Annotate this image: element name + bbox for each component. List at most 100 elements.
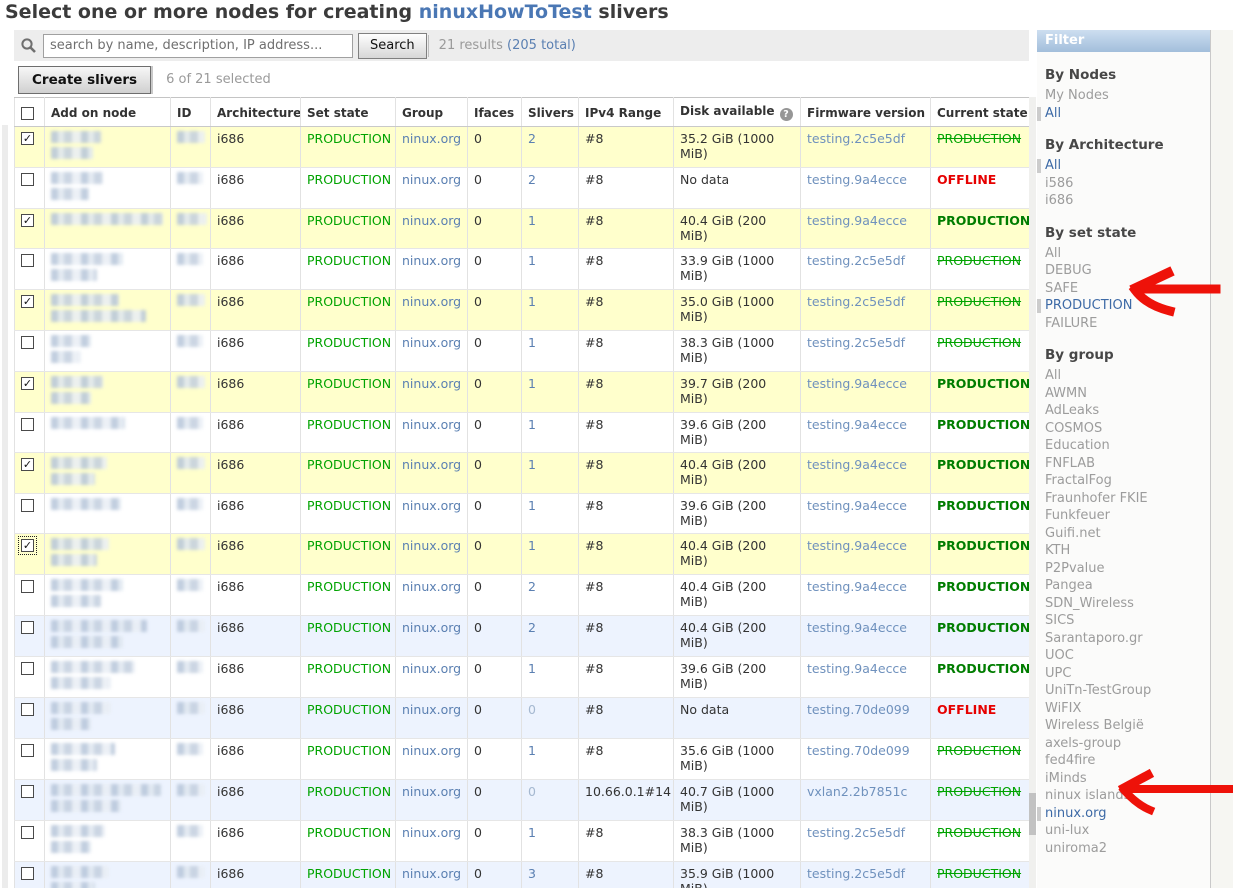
row-checkbox[interactable]: ✓ — [21, 458, 34, 471]
filter-item-p2pvalue[interactable]: P2Pvalue — [1037, 560, 1210, 578]
slivers-link[interactable]: 2 — [528, 579, 536, 594]
filter-item-sics[interactable]: SICS — [1037, 612, 1210, 630]
filter-item-axels-group[interactable]: axels-group — [1037, 735, 1210, 753]
filter-item-sarantaporo-gr[interactable]: Sarantaporo.gr — [1037, 630, 1210, 648]
row-checkbox[interactable] — [21, 418, 34, 431]
filter-item-education[interactable]: Education — [1037, 437, 1210, 455]
search-button[interactable]: Search — [358, 33, 427, 59]
group-link[interactable]: ninux.org — [402, 457, 461, 472]
firmware-version-link[interactable]: testing.70de099 — [807, 743, 910, 758]
filter-item-awmn[interactable]: AWMN — [1037, 385, 1210, 403]
filter-item-guifi-net[interactable]: Guifi.net — [1037, 525, 1210, 543]
group-link[interactable]: ninux.org — [402, 172, 461, 187]
row-checkbox[interactable]: ✓ — [21, 214, 34, 227]
firmware-version-link[interactable]: testing.9a4ecce — [807, 213, 907, 228]
filter-item-i686[interactable]: i686 — [1037, 192, 1210, 210]
slivers-link[interactable]: 1 — [528, 294, 536, 309]
firmware-version-link[interactable]: testing.9a4ecce — [807, 620, 907, 635]
group-link[interactable]: ninux.org — [402, 620, 461, 635]
row-checkbox[interactable]: ✓ — [21, 295, 34, 308]
row-checkbox[interactable] — [21, 621, 34, 634]
slivers-link[interactable]: 1 — [528, 825, 536, 840]
slivers-link[interactable]: 2 — [528, 620, 536, 635]
row-checkbox[interactable] — [21, 826, 34, 839]
filter-item-i586[interactable]: i586 — [1037, 175, 1210, 193]
filter-item-all[interactable]: All — [1037, 157, 1210, 175]
row-checkbox[interactable] — [21, 499, 34, 512]
group-link[interactable]: ninux.org — [402, 743, 461, 758]
filter-item-uoc[interactable]: UOC — [1037, 647, 1210, 665]
slivers-link[interactable]: 1 — [528, 213, 536, 228]
slivers-link[interactable]: 0 — [528, 784, 536, 799]
slivers-link[interactable]: 1 — [528, 498, 536, 513]
select-all-checkbox[interactable] — [21, 107, 34, 120]
filter-item-debug[interactable]: DEBUG — [1037, 262, 1210, 280]
slivers-link[interactable]: 1 — [528, 335, 536, 350]
filter-item-ninux-islands[interactable]: ninux islands — [1037, 787, 1210, 805]
filter-item-upc[interactable]: UPC — [1037, 665, 1210, 683]
slivers-link[interactable]: 3 — [528, 866, 536, 881]
group-link[interactable]: ninux.org — [402, 579, 461, 594]
filter-item-all[interactable]: All — [1037, 105, 1210, 123]
total-results-link[interactable]: (205 total) — [507, 38, 576, 53]
firmware-version-link[interactable]: testing.9a4ecce — [807, 538, 907, 553]
group-link[interactable]: ninux.org — [402, 213, 461, 228]
scrollbar-thumb[interactable] — [1029, 793, 1036, 835]
row-checkbox[interactable] — [21, 173, 34, 186]
filter-item-cosmos[interactable]: COSMOS — [1037, 420, 1210, 438]
filter-item-ninux-org[interactable]: ninux.org — [1037, 805, 1210, 823]
group-link[interactable]: ninux.org — [402, 417, 461, 432]
firmware-version-link[interactable]: testing.9a4ecce — [807, 376, 907, 391]
filter-item-uni-lux[interactable]: uni-lux — [1037, 822, 1210, 840]
firmware-version-link[interactable]: testing.2c5e5df — [807, 335, 905, 350]
slivers-link[interactable]: 1 — [528, 417, 536, 432]
group-link[interactable]: ninux.org — [402, 335, 461, 350]
filter-item-iminds[interactable]: iMinds — [1037, 770, 1210, 788]
filter-item-uniroma2[interactable]: uniroma2 — [1037, 840, 1210, 858]
filter-item-safe[interactable]: SAFE — [1037, 280, 1210, 298]
slivers-link[interactable]: 1 — [528, 661, 536, 676]
filter-item-all[interactable]: All — [1037, 367, 1210, 385]
help-icon[interactable]: ? — [780, 108, 793, 121]
group-link[interactable]: ninux.org — [402, 376, 461, 391]
group-link[interactable]: ninux.org — [402, 784, 461, 799]
slivers-link[interactable]: 1 — [528, 253, 536, 268]
group-link[interactable]: ninux.org — [402, 661, 461, 676]
group-link[interactable]: ninux.org — [402, 702, 461, 717]
slivers-link[interactable]: 2 — [528, 172, 536, 187]
filter-item-wifix[interactable]: WiFIX — [1037, 700, 1210, 718]
group-link[interactable]: ninux.org — [402, 498, 461, 513]
row-checkbox[interactable]: ✓ — [21, 539, 34, 552]
filter-item-adleaks[interactable]: AdLeaks — [1037, 402, 1210, 420]
firmware-version-link[interactable]: testing.9a4ecce — [807, 498, 907, 513]
row-checkbox[interactable] — [21, 867, 34, 880]
firmware-version-link[interactable]: testing.9a4ecce — [807, 661, 907, 676]
filter-item-fnflab[interactable]: FNFLAB — [1037, 455, 1210, 473]
row-checkbox[interactable] — [21, 785, 34, 798]
row-checkbox[interactable] — [21, 254, 34, 267]
create-slivers-button[interactable]: Create slivers — [18, 66, 151, 94]
row-checkbox[interactable] — [21, 662, 34, 675]
row-checkbox[interactable]: ✓ — [21, 132, 34, 145]
filter-item-wireless-belgi-[interactable]: Wireless België — [1037, 717, 1210, 735]
slivers-link[interactable]: 1 — [528, 743, 536, 758]
filter-item-fed4fire[interactable]: fed4fire — [1037, 752, 1210, 770]
group-link[interactable]: ninux.org — [402, 538, 461, 553]
filter-item-fractalfog[interactable]: FractalFog — [1037, 472, 1210, 490]
row-checkbox[interactable] — [21, 744, 34, 757]
firmware-version-link[interactable]: testing.9a4ecce — [807, 172, 907, 187]
slivers-link[interactable]: 1 — [528, 538, 536, 553]
filter-item-unitn-testgroup[interactable]: UniTn-TestGroup — [1037, 682, 1210, 700]
firmware-version-link[interactable]: testing.9a4ecce — [807, 579, 907, 594]
filter-item-production[interactable]: PRODUCTION — [1037, 297, 1210, 315]
firmware-version-link[interactable]: testing.9a4ecce — [807, 417, 907, 432]
group-link[interactable]: ninux.org — [402, 825, 461, 840]
row-checkbox[interactable] — [21, 336, 34, 349]
slivers-link[interactable]: 1 — [528, 457, 536, 472]
firmware-version-link[interactable]: testing.70de099 — [807, 702, 910, 717]
firmware-version-link[interactable]: testing.9a4ecce — [807, 457, 907, 472]
filter-item-all[interactable]: All — [1037, 245, 1210, 263]
firmware-version-link[interactable]: testing.2c5e5df — [807, 131, 905, 146]
filter-item-failure[interactable]: FAILURE — [1037, 315, 1210, 333]
filter-item-my-nodes[interactable]: My Nodes — [1037, 87, 1210, 105]
